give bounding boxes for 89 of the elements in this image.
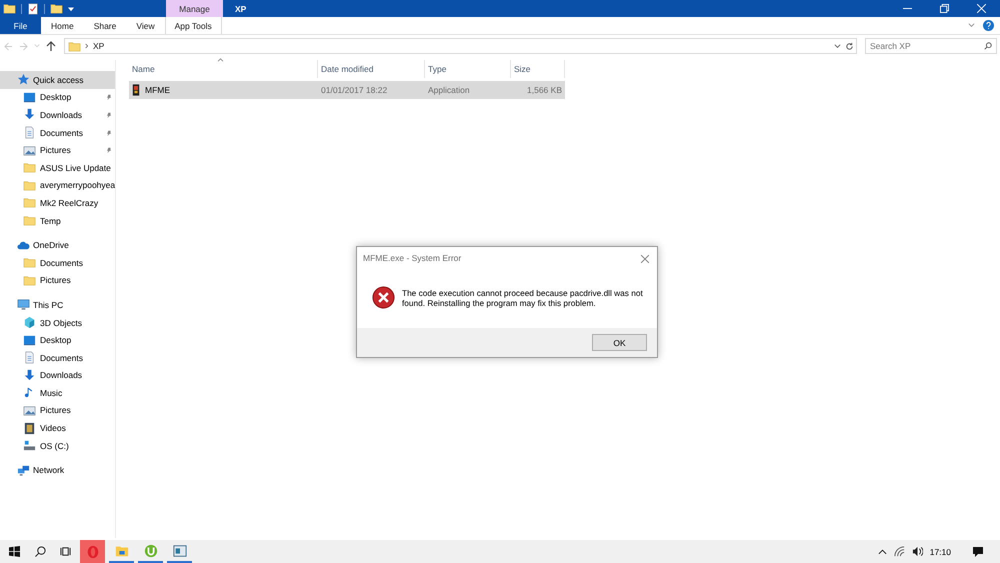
size-cell-text: 1,566 KB [526, 85, 563, 95]
navigation-item[interactable]: Pictures [0, 402, 115, 420]
navigation-item[interactable]: Downloads [0, 366, 115, 384]
navigation-item[interactable]: ASUS Live Update [0, 158, 115, 177]
navigation-item[interactable]: Network [0, 461, 115, 480]
application-icon [132, 84, 140, 96]
navigation-item[interactable]: This PC [0, 296, 115, 314]
close-icon [641, 254, 649, 262]
navigation-item[interactable]: Mk2 ReelCrazy [0, 194, 115, 212]
monitor-icon [23, 90, 36, 104]
task-view-icon [60, 546, 71, 557]
help-icon[interactable] [983, 20, 994, 31]
navigation-item[interactable]: Pictures [0, 272, 115, 290]
ribbon-tab[interactable]: File [0, 17, 41, 34]
breadcrumb[interactable]: XP [93, 41, 104, 51]
document-icon [23, 351, 36, 364]
chevron-icon [85, 43, 89, 49]
window-title: XP [235, 4, 246, 14]
search-icon [35, 546, 46, 557]
dialog-title: MFME.exe - System Error [363, 253, 462, 263]
navigation-item[interactable]: Temp [0, 212, 115, 230]
expand-ribbon-icon[interactable] [968, 22, 975, 29]
picture-icon [23, 404, 36, 417]
dropdown-icon[interactable] [834, 42, 841, 50]
navigation-item[interactable]: Documents [0, 348, 115, 366]
checklist-icon[interactable] [27, 2, 39, 14]
wifi-icon[interactable] [894, 546, 905, 557]
file-row[interactable]: MFME 01/01/2017 18:22 Application 1,566 KB [129, 81, 565, 99]
torrent-icon [144, 544, 158, 558]
column-header[interactable]: Size [511, 60, 565, 78]
navigation-item[interactable]: Downloads [0, 106, 115, 124]
folder-icon [23, 256, 36, 270]
speaker-icon[interactable] [912, 546, 923, 557]
folder-icon [68, 40, 81, 52]
folder-icon [23, 161, 36, 174]
download-icon [23, 108, 36, 122]
navigation-item[interactable]: Documents [0, 254, 115, 272]
notification-icon[interactable] [972, 546, 984, 558]
drive-icon [23, 439, 36, 452]
network-icon [17, 464, 30, 477]
monitor-icon [23, 334, 36, 347]
folder-icon [23, 214, 36, 228]
picture-icon [23, 144, 36, 157]
search-icon [984, 42, 992, 50]
navigation-item[interactable]: Music [0, 384, 115, 402]
navigation-item[interactable]: Desktop [0, 331, 115, 349]
clock[interactable]: 17:10 [930, 546, 951, 556]
download-icon [23, 368, 36, 382]
context-tab-title: Manage [166, 0, 223, 17]
file-name: MFME [145, 85, 170, 95]
column-header[interactable]: Date modified [318, 60, 425, 78]
column-header[interactable]: Name [129, 60, 318, 78]
chevron-up-icon[interactable] [878, 548, 887, 554]
navigation-item[interactable]: Documents [0, 124, 115, 142]
restore-icon [940, 4, 949, 13]
up-arrow-icon[interactable] [46, 41, 56, 51]
dropdown-icon[interactable] [68, 6, 74, 12]
cube-icon [23, 316, 36, 330]
column-header[interactable]: Type [425, 60, 511, 78]
search-field[interactable]: Search XP [865, 38, 997, 54]
navigation-item[interactable]: Pictures [0, 141, 115, 159]
navigation-item[interactable]: Videos [0, 419, 115, 437]
error-message: The code execution cannot proceed because pacdrive.dll was not found. Reinstalling the program may fix this problem. [402, 287, 644, 308]
address-bar[interactable]: XP [64, 38, 857, 54]
folder-icon [23, 274, 36, 287]
navigation-item[interactable]: averymerrypoohyea [0, 176, 115, 194]
ribbon-tab[interactable]: App Tools [164, 17, 222, 34]
film-icon [23, 422, 36, 435]
close-icon [977, 4, 986, 13]
document-icon [23, 126, 36, 140]
navigation-item[interactable]: OneDrive [0, 236, 115, 254]
ok-button[interactable]: OK [592, 334, 647, 351]
computer-icon [17, 298, 30, 312]
folder-icon [3, 2, 16, 15]
navigation-item[interactable]: Quick access [0, 71, 115, 89]
folder-icon [23, 178, 36, 192]
new-folder-icon [50, 2, 63, 15]
error-icon [372, 286, 395, 309]
file-explorer-icon [114, 544, 128, 558]
type-cell-text: Application [427, 85, 471, 95]
folder-icon [23, 196, 36, 210]
windows-logo-icon [8, 546, 20, 557]
navigation-item[interactable]: 3D Objects [0, 314, 115, 332]
date-cell-text: 01/01/2017 18:22 [320, 85, 388, 95]
navigation-item[interactable]: OS (C:) [0, 436, 115, 454]
refresh-icon[interactable] [845, 42, 854, 50]
star-icon [17, 73, 30, 86]
window-icon [172, 544, 186, 558]
navigation-item[interactable]: Desktop [0, 88, 115, 106]
